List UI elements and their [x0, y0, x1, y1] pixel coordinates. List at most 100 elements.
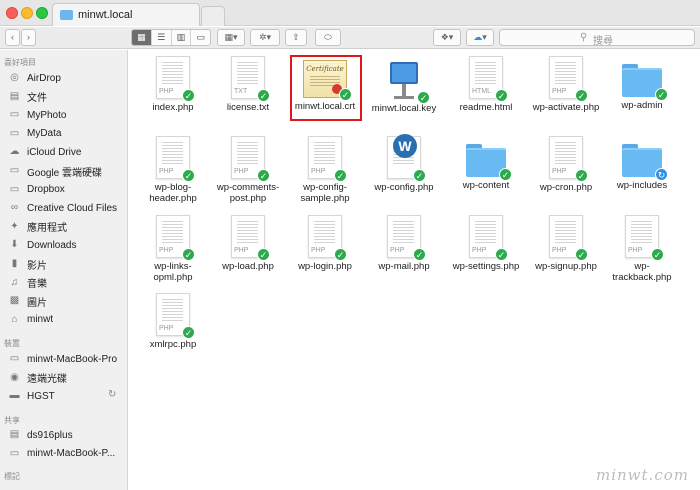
action-button[interactable]: ✲▾	[250, 29, 280, 46]
zoom-window-button[interactable]	[36, 7, 48, 19]
file-item[interactable]: W ✓ wp-config.php	[365, 134, 443, 193]
sidebar-item[interactable]: ◎ AirDrop	[8, 70, 61, 86]
sidebar-item[interactable]: ∞ Creative Cloud Files	[8, 200, 117, 216]
file-item[interactable]: PHP ✓ wp-settings.php	[447, 215, 525, 272]
sidebar-item[interactable]: ▤ 文件	[8, 89, 47, 105]
arrange-button[interactable]: ▦▾	[217, 29, 245, 46]
folder-icon: ▭	[9, 165, 20, 176]
file-extension-label: PHP	[390, 247, 405, 254]
sidebar-item[interactable]: ▭ minwt-MacBook-P...	[8, 446, 115, 462]
file-item[interactable]: ✓ wp-admin	[603, 56, 681, 111]
file-extension-label: TXT	[234, 88, 248, 95]
airdrop-icon: ◎	[10, 72, 19, 83]
search-input[interactable]: ⚲ 搜尋	[499, 29, 695, 47]
sidebar-item[interactable]: ▭ MyPhoto	[8, 107, 67, 123]
file-extension-label: PHP	[159, 247, 174, 254]
sidebar-item[interactable]: ⌂ minwt	[8, 312, 53, 328]
file-item[interactable]: ✓ minwt.local.key	[365, 56, 443, 114]
file-name: license.txt	[226, 102, 270, 113]
document-icon: PHP ✓	[549, 215, 588, 261]
document-icon: PHP ✓	[469, 215, 508, 261]
file-name: wp-cron.php	[539, 182, 593, 193]
synced-check-icon: ✓	[495, 89, 508, 102]
file-item[interactable]: PHP ✓ wp-signup.php	[527, 215, 605, 272]
cloud-button[interactable]: ☁▾	[466, 29, 494, 46]
synced-check-icon: ✓	[257, 248, 270, 261]
server-icon: ▤	[9, 429, 20, 440]
synced-check-icon: ✓	[182, 248, 195, 261]
close-window-button[interactable]	[6, 7, 18, 19]
share-icon: ⇪	[292, 32, 300, 42]
file-item[interactable]: PHP ✓ wp-cron.php	[527, 136, 605, 193]
column-view-button[interactable]: ▥	[172, 30, 192, 45]
file-extension-label: PHP	[159, 325, 174, 332]
share-button[interactable]: ⇪	[285, 29, 307, 46]
document-icon: HTML ✓	[469, 56, 508, 102]
file-item[interactable]: PHP ✓ wp-load.php	[209, 215, 287, 272]
file-extension-label: HTML	[472, 88, 492, 95]
sidebar-item[interactable]: ☁ iCloud Drive	[8, 144, 82, 160]
folder-icon	[60, 10, 73, 20]
tab-minwt-local[interactable]: minwt.local	[52, 3, 200, 26]
file-item[interactable]: PHP ✓ index.php	[134, 56, 212, 113]
sidebar-item[interactable]: ♫ 音樂	[8, 275, 47, 291]
sidebar-item[interactable]: ▭ minwt-MacBook-Pro	[8, 351, 117, 367]
folder-icon: ▭	[9, 127, 20, 139]
sidebar-item-label: Downloads	[27, 239, 77, 251]
search-icon: ⚲	[580, 32, 588, 43]
sidebar-item[interactable]: ▤ ds916plus	[8, 427, 73, 443]
edit-tags-button[interactable]: ⬭	[315, 29, 341, 46]
sidebar-item-label: 音樂	[27, 279, 47, 291]
sidebar-item[interactable]: ✦ 應用程式	[8, 219, 67, 235]
sidebar-item[interactable]: ▬ HGST	[8, 388, 55, 404]
file-name: wp-config.php	[374, 182, 434, 193]
synced-check-icon: ✓	[495, 248, 508, 261]
file-item[interactable]: ↻ wp-includes	[603, 136, 681, 191]
document-icon: PHP ✓	[231, 215, 270, 261]
file-item[interactable]: PHP ✓ wp-login.php	[286, 215, 364, 272]
synced-check-icon: ✓	[257, 169, 270, 182]
new-tab-button[interactable]	[201, 6, 225, 26]
back-button[interactable]: ‹	[5, 29, 20, 46]
toolbar: ‹ › ▦ ☰ ▥ ▭ ▦▾ ✲▾ ⇪ ⬭ ❖▾ ☁▾ ⚲ 搜尋	[0, 27, 700, 49]
file-item[interactable]: PHP ✓ wp-links- opml.php	[134, 215, 212, 283]
applications-icon: ✦	[10, 220, 19, 232]
folder-icon: ▭	[9, 109, 20, 121]
cover-flow-button[interactable]: ▭	[191, 30, 210, 45]
file-item[interactable]: ✓ wp-content	[447, 136, 525, 191]
file-item[interactable]: PHP ✓ wp-comments- post.php	[209, 136, 287, 204]
file-item[interactable]: PHP ✓ wp-activate.php	[527, 56, 605, 113]
eject-icon[interactable]: ↻	[108, 389, 116, 400]
sidebar-item[interactable]: ▭ Google 雲端硬碟	[8, 163, 102, 179]
document-icon: PHP ✓	[625, 215, 664, 261]
devices-header: 裝置	[4, 339, 20, 348]
sidebar-item[interactable]: ▮ 影片	[8, 256, 47, 272]
minimize-window-button[interactable]	[21, 7, 33, 19]
file-item[interactable]: PHP ✓ wp-mail.php	[365, 215, 443, 272]
sidebar-item-label: 文件	[27, 93, 47, 105]
list-view-button[interactable]: ☰	[152, 30, 172, 45]
file-item[interactable]: PHP ✓ xmlrpc.php	[134, 293, 212, 350]
icon-view-button[interactable]: ▦	[132, 30, 152, 45]
forward-button[interactable]: ›	[21, 29, 36, 46]
file-extension-label: PHP	[234, 247, 249, 254]
dropbox-button[interactable]: ❖▾	[433, 29, 461, 46]
syncing-icon: ↻	[655, 168, 668, 181]
file-item[interactable]: PHP ✓ wp-blog- header.php	[134, 136, 212, 204]
file-name: wp-activate.php	[532, 102, 600, 113]
view-mode-segmented-control: ▦ ☰ ▥ ▭	[131, 29, 211, 46]
chevron-down-icon: ▾	[482, 32, 487, 42]
sidebar-item-label: Creative Cloud Files	[27, 202, 118, 214]
file-item[interactable]: HTML ✓ readme.html	[447, 56, 525, 113]
document-icon: PHP ✓	[549, 136, 588, 182]
sidebar-item[interactable]: ▭ MyData	[8, 126, 62, 142]
synced-check-icon: ✓	[575, 89, 588, 102]
sidebar-item[interactable]: ▭ Dropbox	[8, 182, 65, 198]
sidebar-item[interactable]: ▩ 圖片	[8, 293, 47, 309]
file-item[interactable]: TXT ✓ license.txt	[209, 56, 287, 113]
sidebar-item[interactable]: ⬇ Downloads	[8, 237, 76, 253]
sidebar-item[interactable]: ◉ 遠端光碟	[8, 370, 67, 386]
file-item[interactable]: PHP ✓ wp-config- sample.php	[286, 136, 364, 204]
file-item[interactable]: PHP ✓ wp- trackback.php	[603, 215, 681, 283]
file-name: wp-settings.php	[452, 261, 520, 272]
